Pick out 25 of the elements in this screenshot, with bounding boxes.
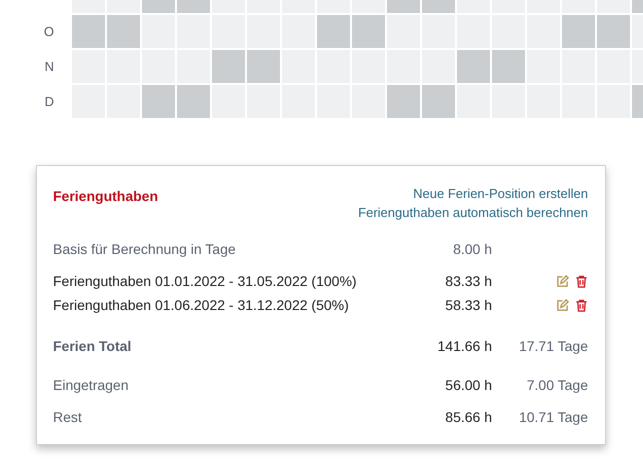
days-value: 17.71 Tage	[518, 338, 588, 354]
trash-icon[interactable]	[575, 298, 588, 312]
edit-icon[interactable]	[556, 298, 569, 312]
row-label: Ferienguthaben 01.06.2022 - 31.12.2022 (50%)	[53, 297, 350, 313]
row-label: Basis für Berechnung in Tage	[53, 241, 237, 257]
edit-icon[interactable]	[556, 274, 569, 288]
card-title: Ferienguthaben	[53, 188, 158, 204]
hours-value: 8.00 h	[452, 241, 492, 257]
days-value: 7.00 Tage	[526, 377, 588, 393]
row-label: Rest	[53, 409, 83, 425]
row-label: Ferien Total	[53, 338, 132, 354]
month-label: D	[44, 94, 55, 109]
month-label: N	[44, 59, 55, 74]
trash-icon[interactable]	[575, 274, 588, 288]
hours-value: 83.33 h	[444, 273, 492, 289]
days-value: 10.71 Tage	[518, 409, 588, 425]
action-link[interactable]: Ferienguthaben automatisch berechnen	[358, 205, 588, 220]
hours-value: 56.00 h	[444, 377, 492, 393]
month-label: O	[42, 24, 55, 39]
hours-value: 85.66 h	[444, 409, 492, 425]
row-label: Ferienguthaben 01.01.2022 - 31.05.2022 (100%)	[53, 273, 358, 289]
row-label: Eingetragen	[53, 377, 130, 393]
action-link[interactable]: Neue Ferien-Position erstellen	[413, 186, 588, 201]
hours-value: 58.33 h	[444, 297, 492, 313]
hours-value: 141.66 h	[436, 338, 492, 354]
